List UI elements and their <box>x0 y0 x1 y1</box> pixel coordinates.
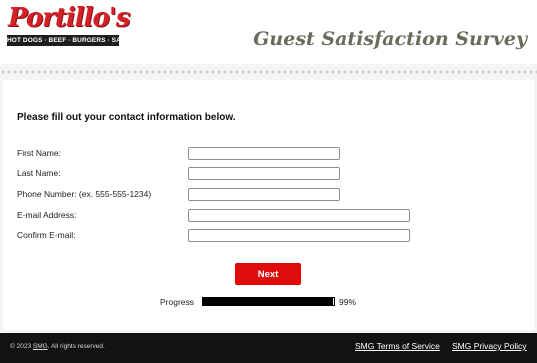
email-address-label: E-mail Address: <box>17 210 77 220</box>
privacy-policy-link[interactable]: SMG Privacy Policy <box>452 340 527 352</box>
terms-of-service-link[interactable]: SMG Terms of Service <box>355 340 440 352</box>
phone-number-label: Phone Number: (ex. 555-555-1234) <box>17 189 152 199</box>
first-name-label: First Name: <box>17 148 61 158</box>
email-address-input[interactable] <box>188 209 410 222</box>
portillos-logo: Portillo's <box>8 3 130 33</box>
first-name-input[interactable] <box>188 147 340 160</box>
progress-bar <box>202 297 335 306</box>
phone-number-input[interactable] <box>188 188 340 201</box>
copyright-suffix: . All rights reserved. <box>47 343 105 350</box>
copyright-text: © 2023 SMG. All rights reserved. <box>10 342 105 352</box>
progress-label: Progress <box>160 297 195 307</box>
copyright-smg: SMG <box>32 343 48 350</box>
survey-title: Guest Satisfaction Survey <box>253 28 527 50</box>
confirm-email-input[interactable] <box>188 229 410 242</box>
last-name-input[interactable] <box>188 167 340 180</box>
confirm-email-label: Confirm E-mail: <box>17 230 76 240</box>
dotted-divider <box>0 70 537 74</box>
copyright-prefix: © 2023 <box>10 343 33 350</box>
last-name-label: Last Name: <box>17 168 61 178</box>
scalloped-border <box>0 58 537 68</box>
form-instructions: Please fill out your contact information… <box>17 112 236 123</box>
logo-tagline: HOT DOGS · BEEF · BURGERS · SALADS <box>7 35 139 46</box>
progress-bar-fill <box>203 298 333 305</box>
next-button[interactable]: Next <box>235 263 301 285</box>
progress-percent: 99% <box>339 297 357 307</box>
